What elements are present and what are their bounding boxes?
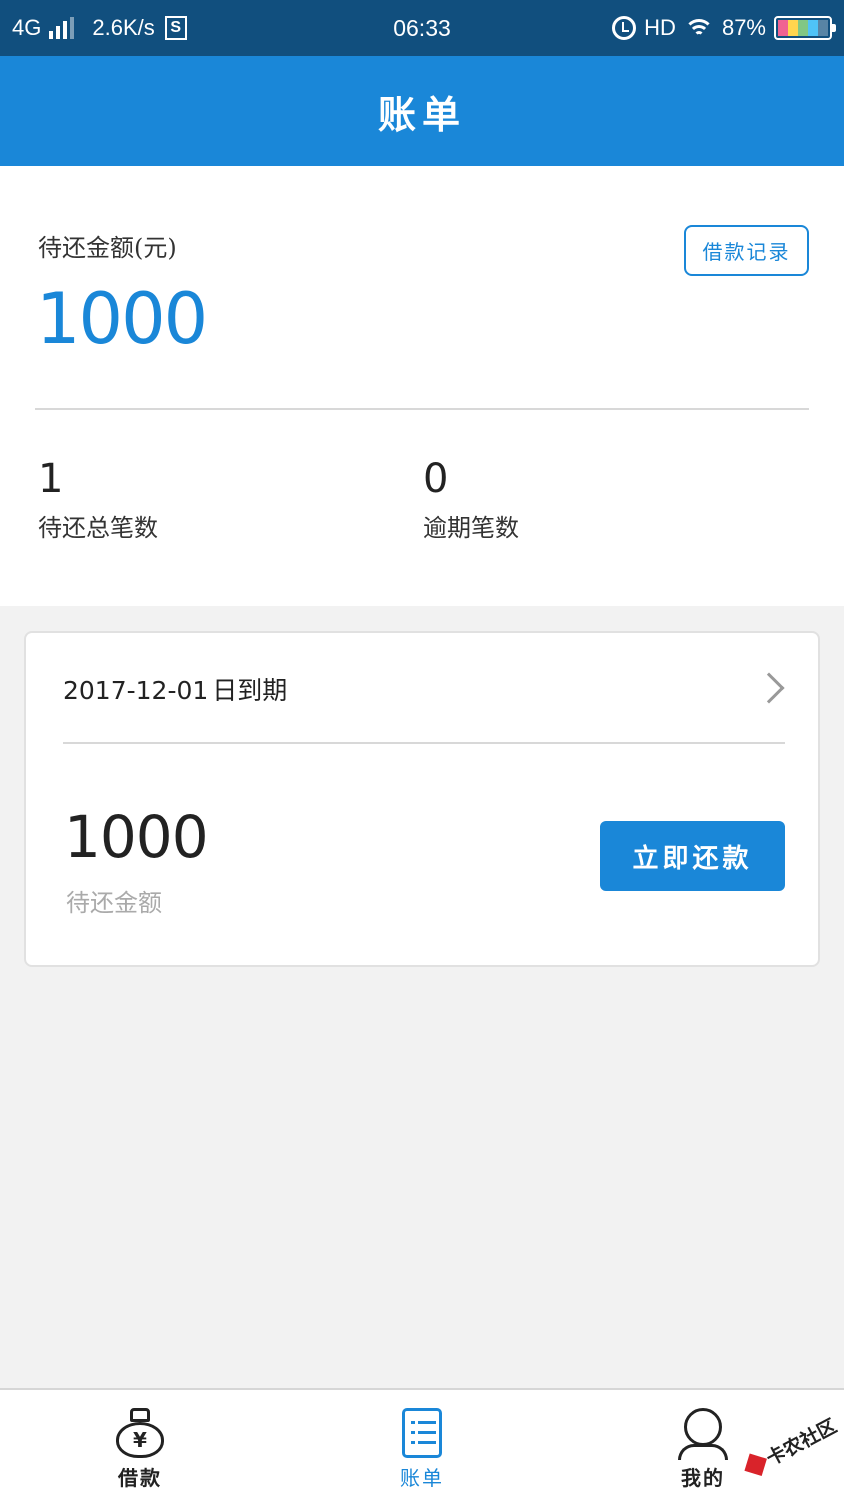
overdue-count: 0 xyxy=(423,456,449,502)
signal-icon xyxy=(49,17,75,39)
summary-panel: 待还金额(元) 1000 借款记录 1 待还总笔数 0 逾期笔数 xyxy=(0,166,844,606)
tab-bill-label: 账单 xyxy=(400,1466,444,1490)
total-count: 1 xyxy=(38,456,64,502)
overdue-count-stat: 0 逾期笔数 xyxy=(423,456,519,543)
tab-mine-label: 我的 xyxy=(681,1466,725,1490)
bill-list-icon xyxy=(392,1404,452,1460)
status-right: HD 87% xyxy=(612,0,836,56)
chevron-right-icon[interactable] xyxy=(753,672,785,704)
network-speed: 2.6K/s xyxy=(92,15,155,40)
money-bag-icon: ¥ xyxy=(110,1404,170,1460)
s-app-icon: S xyxy=(164,16,187,40)
hd-indicator: HD xyxy=(644,15,676,40)
pending-amount-label: 待还金额(元) xyxy=(38,234,177,262)
bottom-tab-bar: ¥ 借款 账单 我的 xyxy=(0,1388,844,1500)
pending-amount: 1000 xyxy=(36,278,208,360)
status-left: 4G 2.6K/s S xyxy=(12,0,187,56)
bill-amount-label: 待还金额 xyxy=(66,889,162,917)
repay-now-button[interactable]: 立即还款 xyxy=(600,821,785,891)
due-suffix: 日到期 xyxy=(212,676,288,705)
tab-loan-label: 借款 xyxy=(118,1466,162,1490)
total-count-stat: 1 待还总笔数 xyxy=(38,456,158,543)
bill-detail-row[interactable]: 2017-12-01 日到期 xyxy=(26,633,818,743)
network-type: 4G xyxy=(12,15,42,40)
alarm-icon xyxy=(612,16,637,40)
divider xyxy=(35,408,809,410)
bill-amount: 1000 xyxy=(64,803,209,871)
loan-records-button[interactable]: 借款记录 xyxy=(684,225,809,276)
battery-icon xyxy=(774,16,836,40)
total-count-label: 待还总笔数 xyxy=(38,514,158,542)
tab-bill[interactable]: 账单 xyxy=(352,1390,492,1500)
status-bar: 4G 2.6K/s S 06:33 HD 87% xyxy=(0,0,844,56)
user-icon xyxy=(673,1404,733,1460)
page-title: 账单 xyxy=(0,56,844,166)
divider xyxy=(63,742,785,744)
overdue-count-label: 逾期笔数 xyxy=(423,514,519,542)
due-date: 2017-12-01 xyxy=(63,676,209,705)
battery-percent: 87% xyxy=(721,15,766,40)
wifi-icon xyxy=(683,17,714,39)
tab-loan[interactable]: ¥ 借款 xyxy=(70,1390,210,1500)
bill-card: 2017-12-01 日到期 1000 待还金额 立即还款 xyxy=(24,631,820,967)
due-date-text: 2017-12-01 日到期 xyxy=(63,671,287,707)
